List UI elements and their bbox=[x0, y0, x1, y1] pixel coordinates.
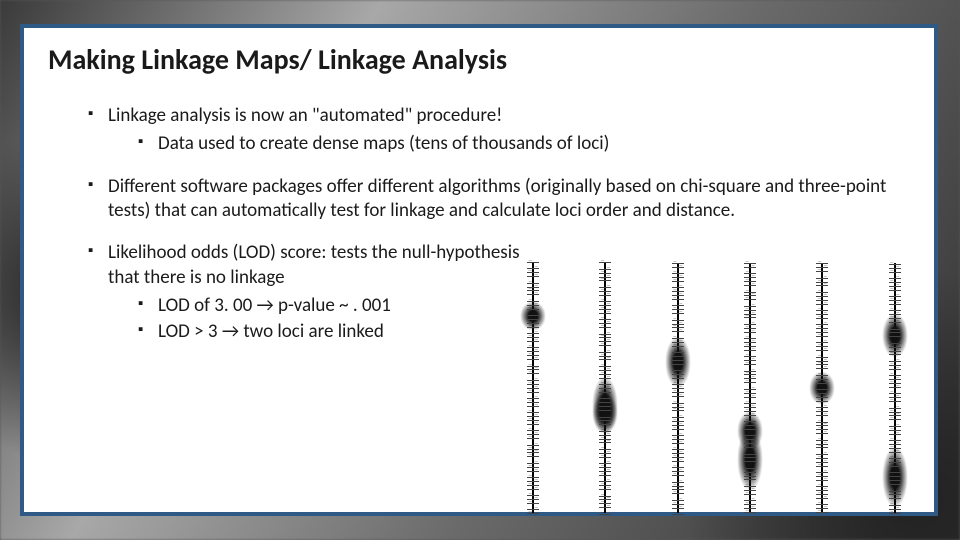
slide-card: Making Linkage Maps/ Linkage Analysis Li… bbox=[20, 24, 938, 516]
chromosome-column: ————————————————————————————————————————… bbox=[576, 263, 634, 513]
bullet-3: Likelihood odds (LOD) score: tests the n… bbox=[88, 241, 538, 344]
bullet-1: Linkage analysis is now an "automated" p… bbox=[88, 104, 904, 157]
bullet-2: Different software packages offer differ… bbox=[88, 175, 904, 224]
slide-title: Making Linkage Maps/ Linkage Analysis bbox=[48, 42, 507, 77]
bullet-1a: Data used to create dense maps (tens of … bbox=[138, 132, 904, 156]
bullet-3a: LOD of 3. 00 → p-value ~ . 001 bbox=[138, 294, 538, 318]
chromosome-column: ————————————————————————————————————————… bbox=[866, 263, 924, 513]
bullet-3b: LOD > 3 → two loci are linked bbox=[138, 320, 538, 344]
bullet-3-text: Likelihood odds (LOD) score: tests the n… bbox=[108, 241, 520, 288]
chromosome-column: ————————————————————————————————————————… bbox=[504, 263, 562, 513]
linkage-map-illustration: ————————————————————————————————————————… bbox=[504, 263, 924, 513]
chromosome-column: ————————————————————————————————————————… bbox=[721, 263, 779, 513]
bullet-1-text: Linkage analysis is now an "automated" p… bbox=[108, 104, 502, 127]
chromosome-column: ————————————————————————————————————————… bbox=[649, 263, 707, 513]
chromosome-column: ————————————————————————————————————————… bbox=[793, 263, 851, 513]
